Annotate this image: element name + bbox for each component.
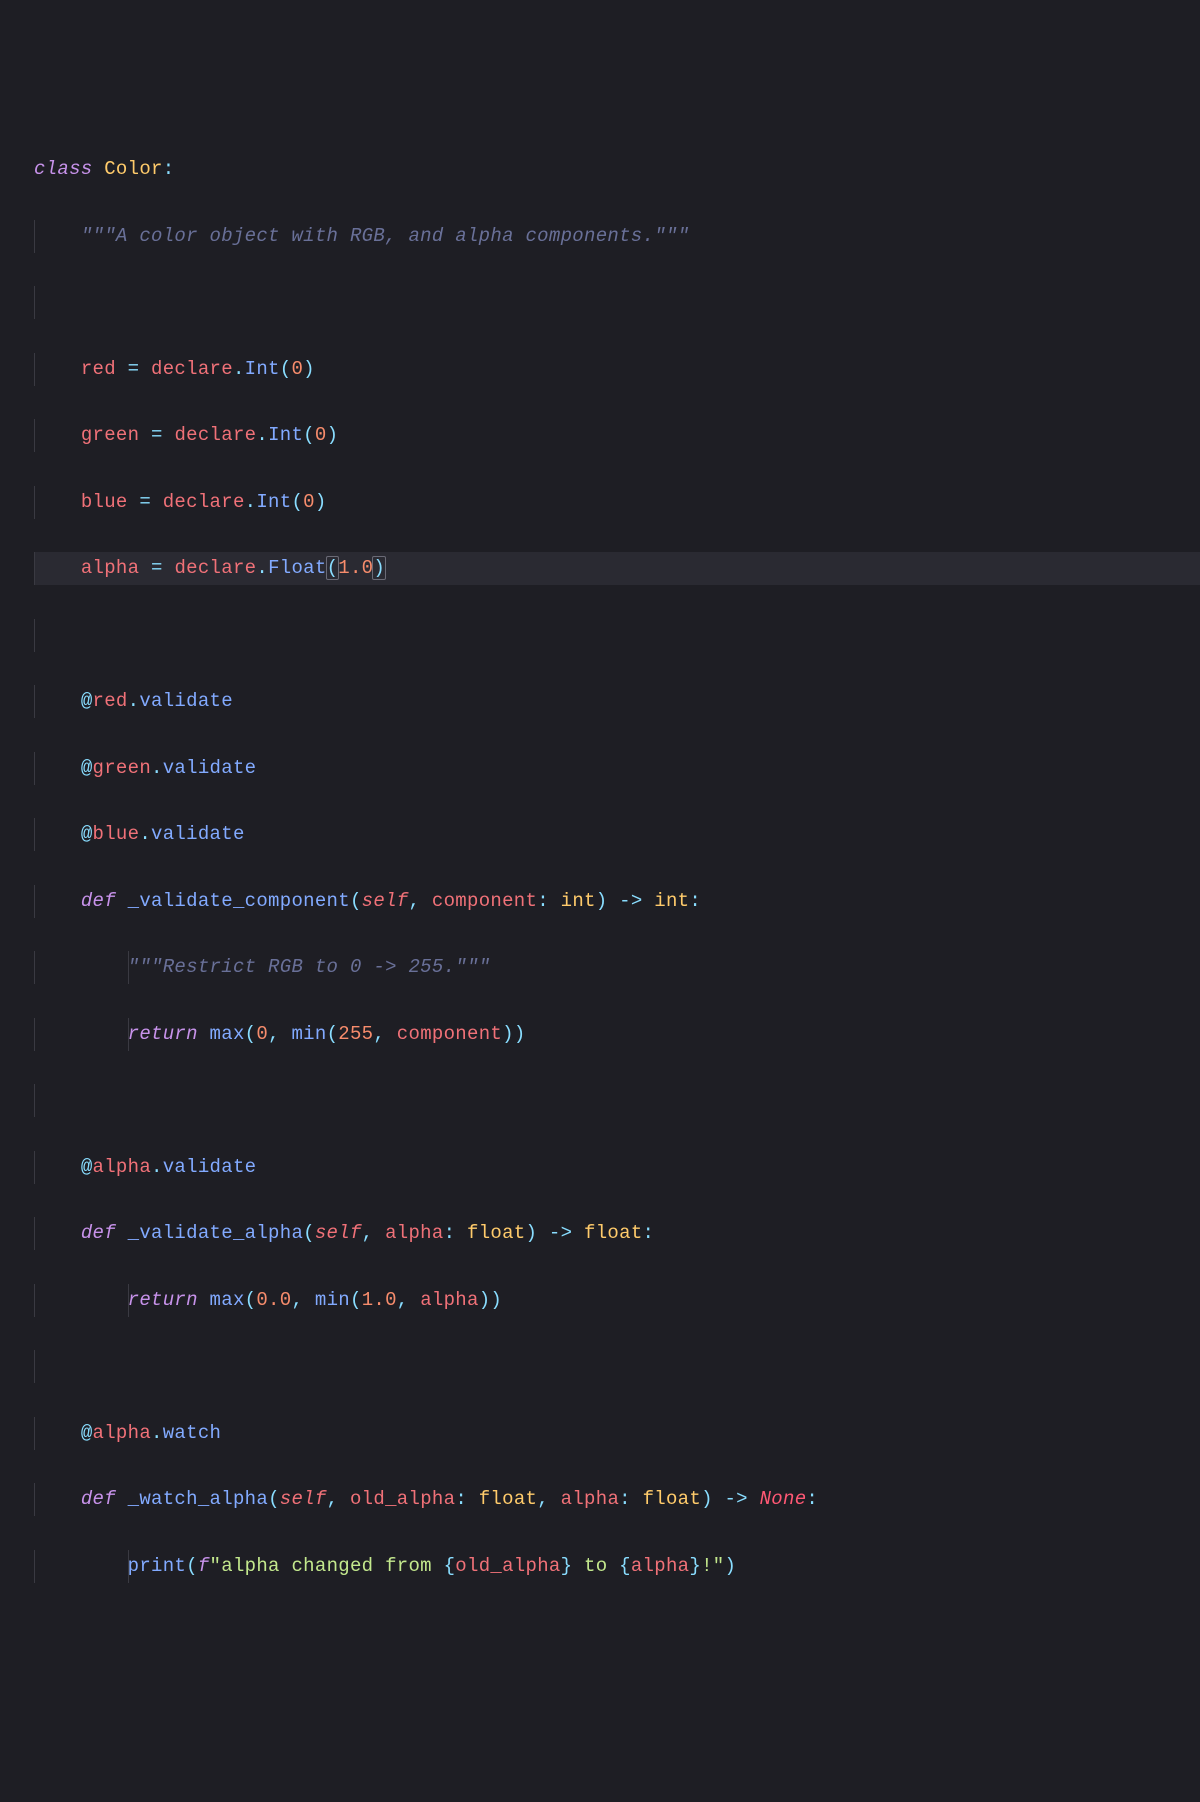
code-line: def _validate_alpha(self, alpha: float) … xyxy=(34,1217,1200,1250)
indent-guide xyxy=(34,552,35,585)
code-line: class Color: xyxy=(34,153,1200,186)
indent-guide xyxy=(34,818,35,851)
indent-guide xyxy=(34,1151,35,1184)
indent-guide xyxy=(34,1483,35,1516)
function-name: _validate_component xyxy=(128,890,350,912)
class-name: Color xyxy=(104,158,163,180)
docstring: """Restrict RGB to 0 -> 255.""" xyxy=(128,956,491,978)
function-name: _watch_alpha xyxy=(128,1488,268,1510)
function-name: _validate_alpha xyxy=(128,1222,304,1244)
indent-guide xyxy=(34,286,35,319)
indent-guide xyxy=(34,619,35,652)
indent-guide xyxy=(34,353,35,386)
indent-guide xyxy=(34,486,35,519)
code-line-active: alpha = declare.Float(1.0) xyxy=(34,552,1200,585)
code-line: return max(0.0, min(1.0, alpha)) xyxy=(34,1284,1200,1317)
indent-guide xyxy=(34,1550,35,1583)
indent-guide xyxy=(34,1417,35,1450)
code-line: @alpha.watch xyxy=(34,1417,1200,1450)
indent-guide xyxy=(34,951,35,984)
keyword-class: class xyxy=(34,158,93,180)
code-line: red = declare.Int(0) xyxy=(34,353,1200,386)
code-line: @red.validate xyxy=(34,685,1200,718)
indent-guide xyxy=(34,1217,35,1250)
code-line xyxy=(34,1350,1200,1383)
code-line: blue = declare.Int(0) xyxy=(34,486,1200,519)
code-line: """Restrict RGB to 0 -> 255.""" xyxy=(34,951,1200,984)
bracket-match: ) xyxy=(372,556,386,580)
indent-guide xyxy=(34,1018,35,1051)
code-line: """A color object with RGB, and alpha co… xyxy=(34,220,1200,253)
indent-guide xyxy=(128,1550,129,1583)
code-line: green = declare.Int(0) xyxy=(34,419,1200,452)
indent-guide xyxy=(34,885,35,918)
code-line xyxy=(34,1084,1200,1117)
code-line: @alpha.validate xyxy=(34,1151,1200,1184)
code-line: def _watch_alpha(self, old_alpha: float,… xyxy=(34,1483,1200,1516)
indent-guide xyxy=(34,1284,35,1317)
indent-guide xyxy=(34,685,35,718)
indent-guide xyxy=(34,419,35,452)
code-line xyxy=(34,619,1200,652)
indent-guide xyxy=(34,220,35,253)
indent-guide xyxy=(34,752,35,785)
code-line: return max(0, min(255, component)) xyxy=(34,1018,1200,1051)
code-line: @green.validate xyxy=(34,752,1200,785)
indent-guide xyxy=(128,951,129,984)
code-line: print(f"alpha changed from {old_alpha} t… xyxy=(34,1550,1200,1583)
indent-guide xyxy=(128,1018,129,1051)
indent-guide xyxy=(34,1084,35,1117)
code-editor[interactable]: class Color: """A color object with RGB,… xyxy=(34,153,1200,1616)
indent-guide xyxy=(34,1350,35,1383)
code-line: def _validate_component(self, component:… xyxy=(34,885,1200,918)
indent-guide xyxy=(128,1284,129,1317)
docstring: """A color object with RGB, and alpha co… xyxy=(81,225,690,247)
code-line: @blue.validate xyxy=(34,818,1200,851)
code-line xyxy=(34,286,1200,319)
